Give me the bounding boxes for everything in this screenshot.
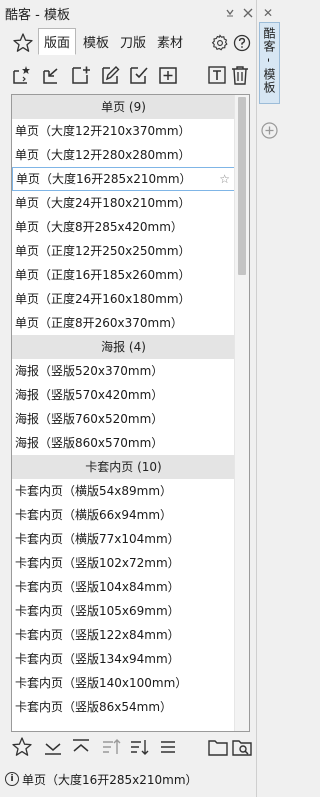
list-view-icon[interactable] xyxy=(157,736,179,758)
pin-icon[interactable] xyxy=(222,5,238,21)
scrollbar-thumb[interactable] xyxy=(238,97,246,275)
list-item[interactable]: 卡套内页（竖版122x84mm） xyxy=(12,623,235,647)
list-item[interactable]: 卡套内页（竖版102x72mm） xyxy=(12,551,235,575)
title-bar: 酷客 - 模板 xyxy=(0,0,256,26)
confirm-icon[interactable] xyxy=(127,64,149,86)
list-item-label: 卡套内页（竖版122x84mm） xyxy=(15,628,180,642)
list-item[interactable]: 单页（大度8开285x420mm） xyxy=(12,215,235,239)
list-item-label: 单页（正度24开160x180mm） xyxy=(15,292,191,306)
folder-icon[interactable] xyxy=(207,736,229,758)
list-item[interactable]: 海报（竖版520x370mm） xyxy=(12,359,235,383)
list-item-label: 卡套内页（竖版86x54mm） xyxy=(15,700,173,714)
add-icon[interactable] xyxy=(157,64,179,86)
template-list[interactable]: 单页 (9) 单页（大度12开210x370mm） 单页（大度12开280x280m… xyxy=(11,94,250,732)
tab-label: 版面 xyxy=(43,36,70,51)
list-item-label: 单页（正度12开250x250mm） xyxy=(15,244,191,258)
list-item[interactable]: 海报（竖版760x520mm） xyxy=(12,407,235,431)
list-item[interactable]: 卡套内页（竖版140x100mm） xyxy=(12,671,235,695)
tab-bar: 版面 模板 刀版 素材 xyxy=(4,28,256,56)
action-toolbar xyxy=(0,62,256,90)
list-content: 单页 (9) 单页（大度12开210x370mm） 单页（大度12开280x280m… xyxy=(12,95,235,719)
docker-strip: ✕ 酷客 - 模板 xyxy=(256,0,281,797)
status-bar: i 单页（大度16开285x210mm） xyxy=(0,768,256,790)
help-icon[interactable] xyxy=(233,34,251,52)
list-item-label: 单页（正度8开260x370mm） xyxy=(15,316,183,330)
list-item[interactable]: 单页（大度12开280x280mm） xyxy=(12,143,235,167)
list-item[interactable]: 单页（大度12开210x370mm） xyxy=(12,119,235,143)
list-item-label: 卡套内页（竖版140x100mm） xyxy=(15,676,188,690)
new-template-icon[interactable] xyxy=(11,64,33,86)
list-item-label: 单页（大度12开280x280mm） xyxy=(15,148,191,162)
import-icon[interactable] xyxy=(39,64,61,86)
list-item[interactable]: 海报（竖版570x420mm） xyxy=(12,383,235,407)
group-header[interactable]: 海报 (4) xyxy=(12,335,235,359)
list-item[interactable]: 单页（正度12开250x250mm） xyxy=(12,239,235,263)
list-item[interactable]: 单页（正度8开260x370mm） xyxy=(12,311,235,335)
list-item-label: 海报（竖版520x370mm） xyxy=(15,364,164,378)
list-item[interactable]: 卡套内页（横版54x89mm） xyxy=(12,479,235,503)
list-item-label: 海报（竖版570x420mm） xyxy=(15,388,164,402)
add-docker-icon[interactable] xyxy=(261,122,278,139)
list-item[interactable]: 卡套内页（横版66x94mm） xyxy=(12,503,235,527)
list-item[interactable]: 卡套内页（横版77x104mm） xyxy=(12,527,235,551)
settings-icon[interactable] xyxy=(211,34,229,52)
tab-label: 刀版 xyxy=(119,36,146,51)
list-item-selected[interactable]: 单页（大度16开285x210mm） ☆ xyxy=(12,167,235,191)
bottom-toolbar xyxy=(0,734,256,762)
favorite-icon[interactable] xyxy=(11,736,33,758)
tab-template[interactable]: 模板 xyxy=(78,28,114,55)
group-header[interactable]: 卡套内页 (10) xyxy=(12,455,235,479)
tab-material[interactable]: 素材 xyxy=(152,28,188,55)
list-item-label: 卡套内页（竖版105x69mm） xyxy=(15,604,180,618)
list-item-label: 卡套内页（横版66x94mm） xyxy=(15,508,173,522)
list-item-label: 单页（大度24开180x210mm） xyxy=(15,196,191,210)
status-text: 单页（大度16开285x210mm） xyxy=(22,772,198,787)
window-title: 酷客 - 模板 xyxy=(5,7,70,23)
close-icon[interactable] xyxy=(240,5,256,21)
template-panel: 酷客 - 模板 版面 模板 刀版 素材 单页 (9) 单页（大度12开210x3… xyxy=(0,0,256,797)
list-item-label: 单页（大度8开285x420mm） xyxy=(15,220,183,234)
list-item-label: 卡套内页（横版54x89mm） xyxy=(15,484,173,498)
list-item-label: 卡套内页（竖版134x94mm） xyxy=(15,652,180,666)
list-item-label: 单页（大度16开285x210mm） xyxy=(16,172,192,186)
edit-icon[interactable] xyxy=(99,64,121,86)
list-item[interactable]: 卡套内页（竖版134x94mm） xyxy=(12,647,235,671)
list-item-label: 卡套内页（竖版104x84mm） xyxy=(15,580,180,594)
search-folder-icon[interactable] xyxy=(231,736,253,758)
list-item-label: 卡套内页（横版77x104mm） xyxy=(15,532,180,546)
group-header[interactable]: 单页 (9) xyxy=(12,95,235,119)
list-item[interactable]: 单页（正度24开160x180mm） xyxy=(12,287,235,311)
tab-layout[interactable]: 版面 xyxy=(38,28,76,55)
docker-close-icon[interactable]: ✕ xyxy=(263,6,273,20)
list-item[interactable]: 卡套内页（竖版104x84mm） xyxy=(12,575,235,599)
move-bottom-icon[interactable] xyxy=(42,736,64,758)
sort-asc-icon[interactable] xyxy=(100,736,122,758)
list-item[interactable]: 海报（竖版860x570mm） xyxy=(12,431,235,455)
delete-icon[interactable] xyxy=(229,64,251,86)
list-item-label: 单页（大度12开210x370mm） xyxy=(15,124,191,138)
docker-tab[interactable]: 酷客 - 模板 xyxy=(259,22,280,104)
docker-tab-label: 酷客 - 模板 xyxy=(262,27,276,94)
move-top-icon[interactable] xyxy=(70,736,92,758)
list-item-label: 海报（竖版860x570mm） xyxy=(15,436,164,450)
text-icon[interactable] xyxy=(206,64,228,86)
list-item-label: 海报（竖版760x520mm） xyxy=(15,412,164,426)
tab-dieline[interactable]: 刀版 xyxy=(115,28,151,55)
list-item[interactable]: 卡套内页（竖版86x54mm） xyxy=(12,695,235,719)
add-page-icon[interactable] xyxy=(69,64,91,86)
sort-desc-icon[interactable] xyxy=(128,736,150,758)
tab-label: 素材 xyxy=(156,36,183,51)
favorite-star-icon[interactable] xyxy=(12,32,34,54)
info-icon: i xyxy=(5,772,19,786)
list-item-label: 单页（正度16开185x260mm） xyxy=(15,268,191,282)
scrollbar[interactable] xyxy=(234,95,249,731)
list-item[interactable]: 单页（正度16开185x260mm） xyxy=(12,263,235,287)
tab-label: 模板 xyxy=(82,36,109,51)
list-item[interactable]: 卡套内页（竖版105x69mm） xyxy=(12,599,235,623)
favorite-star-icon[interactable]: ☆ xyxy=(219,168,230,190)
list-item-label: 卡套内页（竖版102x72mm） xyxy=(15,556,180,570)
list-item[interactable]: 单页（大度24开180x210mm） xyxy=(12,191,235,215)
